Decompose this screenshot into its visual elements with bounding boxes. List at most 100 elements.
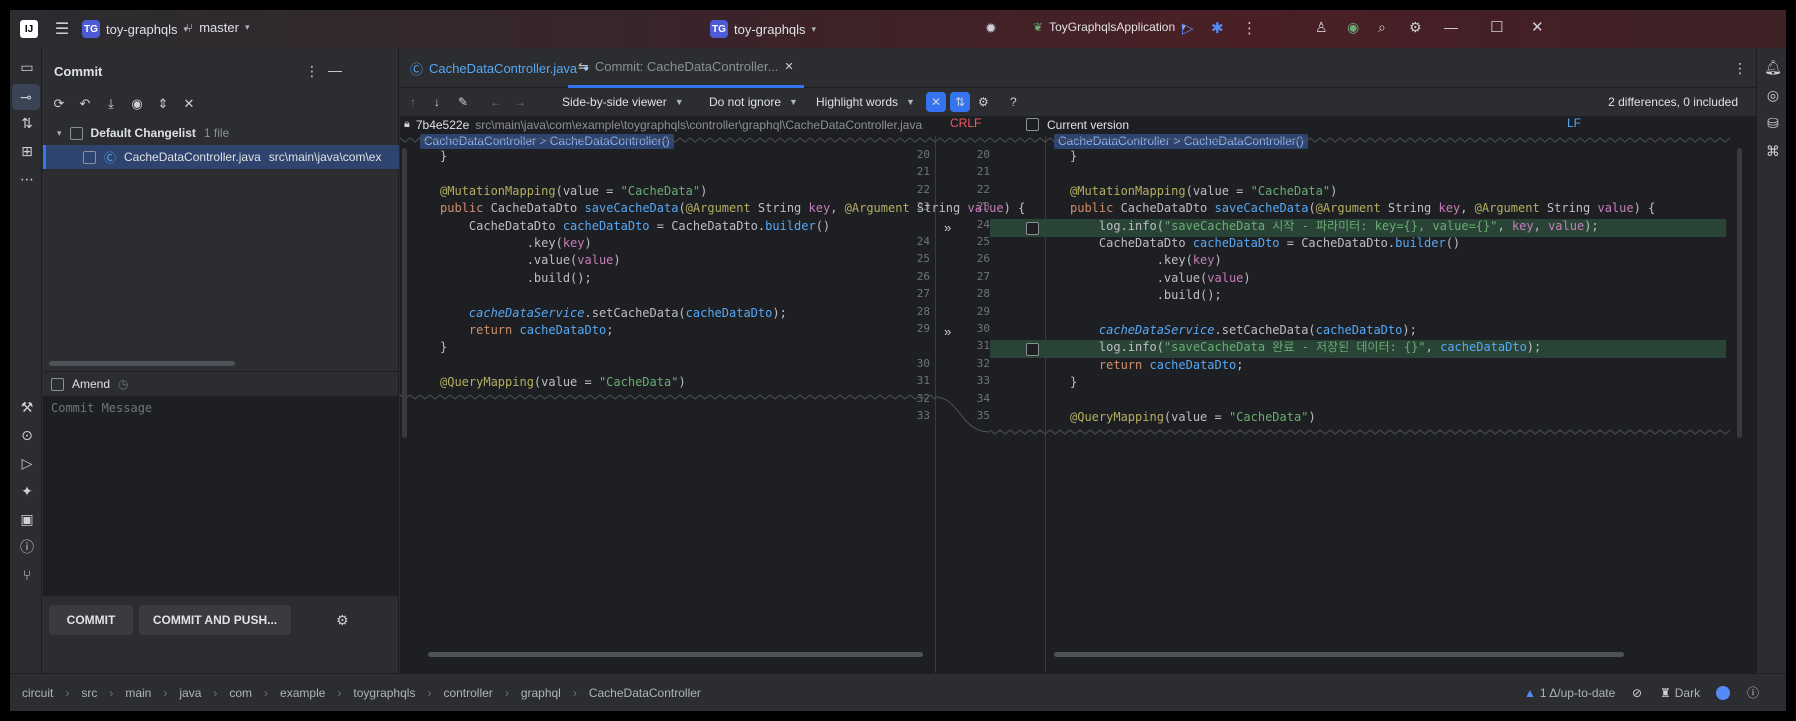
ai-chat-icon[interactable]: ◎ xyxy=(1764,86,1782,104)
breadcrumb-item[interactable]: java xyxy=(179,686,201,700)
highlight-dropdown[interactable]: Highlight words ▼ xyxy=(816,95,915,109)
show-diff-icon[interactable]: ◉ xyxy=(129,96,145,112)
status-indicator-icon[interactable] xyxy=(1716,685,1730,700)
panel-options-icon[interactable]: ⋮ xyxy=(305,63,319,80)
breadcrumb-item[interactable]: controller xyxy=(443,686,492,700)
viewer-label: Side-by-side viewer xyxy=(562,95,667,109)
current-version-checkbox[interactable] xyxy=(1026,118,1039,131)
previous-difference-icon[interactable]: ↑ xyxy=(410,95,416,109)
next-difference-icon[interactable]: ↓ xyxy=(434,95,440,109)
forward-icon[interactable]: → xyxy=(514,95,526,109)
collapse-all-icon[interactable]: ✕ xyxy=(181,96,197,112)
notifications-icon[interactable]: 🔔︎ xyxy=(1764,58,1782,76)
help-icon[interactable]: ? xyxy=(1010,95,1017,109)
database-icon[interactable]: ⛁ xyxy=(1764,114,1782,132)
settings-icon[interactable]: ⚙ xyxy=(1409,19,1422,36)
minimize-icon[interactable]: — xyxy=(1444,19,1458,35)
chevron-down-icon[interactable]: ▾ xyxy=(57,128,62,139)
left-line-separator[interactable]: CRLF xyxy=(950,116,981,130)
more-actions-icon[interactable]: ⋮ xyxy=(1242,19,1257,37)
no-ai-icon[interactable]: ⊘ xyxy=(1632,686,1642,700)
project-selector[interactable]: TG toy-graphqls ▾ xyxy=(82,20,188,38)
ai-assistant-icon[interactable]: ◉ xyxy=(1347,19,1359,36)
changelist-row[interactable]: ▾ Default Changelist 1 file xyxy=(43,121,399,145)
search-icon[interactable]: ⌕ xyxy=(1378,19,1386,36)
amend-checkbox[interactable] xyxy=(51,377,64,391)
diff-settings-icon[interactable]: ⚙ xyxy=(978,95,989,109)
right-h-scroll-thumb[interactable] xyxy=(1054,652,1624,657)
breadcrumb-item[interactable]: circuit xyxy=(22,686,53,700)
refresh-icon[interactable]: ⟳ xyxy=(51,96,67,112)
commit-tool-icon[interactable]: ⊸ xyxy=(12,84,40,110)
problems-icon[interactable]: ⓘ xyxy=(18,538,36,556)
amend-divider xyxy=(43,371,399,372)
debug-tool-icon[interactable]: ✦ xyxy=(18,482,36,500)
left-code-pane[interactable]: } @MutationMapping(value = "CacheData") … xyxy=(440,148,1025,392)
close-tab-icon[interactable]: ✕ xyxy=(784,60,793,73)
main-menu-icon[interactable]: ☰ xyxy=(52,19,72,39)
changelist-checkbox[interactable] xyxy=(69,126,83,140)
account-icon[interactable]: ♙ xyxy=(1315,19,1328,36)
app-logo-icon[interactable]: IJ xyxy=(20,20,38,38)
close-icon[interactable]: ✕ xyxy=(1531,18,1544,36)
services-icon[interactable]: ⊙ xyxy=(18,426,36,444)
sync-scroll-icon[interactable]: ⇅ xyxy=(950,92,970,112)
commit-options-icon[interactable]: ⚙ xyxy=(336,612,349,629)
run-config-selector[interactable]: ❦ ToyGraphqlsApplication ▾ xyxy=(1033,20,1186,34)
chevron-down-icon: ▾ xyxy=(244,22,250,32)
collapse-unchanged-icon[interactable]: ✕ xyxy=(926,92,946,112)
horizontal-scrollbar[interactable] xyxy=(49,361,235,366)
file-checkbox[interactable] xyxy=(83,150,96,164)
breadcrumb-separator-icon: › xyxy=(337,685,342,700)
expand-all-icon[interactable]: ⇕ xyxy=(155,96,171,112)
git-icon[interactable]: ⑂ xyxy=(18,566,36,584)
update-icon[interactable]: ⤓ xyxy=(103,96,119,112)
changed-file-row[interactable]: Ⓒ CacheDataController.java src\main\java… xyxy=(43,145,399,169)
debug-services-icon[interactable]: ✹ xyxy=(985,20,997,37)
left-h-scroll-thumb[interactable] xyxy=(428,652,923,657)
theme-switcher[interactable]: ♜ Dark xyxy=(1660,686,1700,700)
run-tool-icon[interactable]: ▷ xyxy=(18,454,36,472)
rollback-icon[interactable]: ↶ xyxy=(77,96,93,112)
viewer-dropdown[interactable]: Side-by-side viewer ▼ xyxy=(562,95,684,109)
breadcrumb-item[interactable]: graphql xyxy=(521,686,561,700)
include-change-checkbox[interactable] xyxy=(1026,222,1039,235)
debug-icon[interactable]: ✱ xyxy=(1211,19,1224,37)
right-code-pane[interactable]: } @MutationMapping(value = "CacheData") … xyxy=(1070,148,1655,427)
left-vertical-scrollbar[interactable] xyxy=(402,148,407,438)
tab-options-icon[interactable]: ⋮ xyxy=(1733,60,1747,77)
commit-message-input[interactable]: Commit Message xyxy=(43,396,398,596)
terminal-icon[interactable]: ▣ xyxy=(18,510,36,528)
breadcrumb-item[interactable]: example xyxy=(280,686,325,700)
center-project-selector[interactable]: TG toy-graphqls ▾ xyxy=(710,20,816,38)
maximize-icon[interactable]: ☐ xyxy=(1490,18,1503,36)
commit-and-push-button[interactable]: COMMIT AND PUSH... xyxy=(139,605,291,635)
commit-button[interactable]: COMMIT xyxy=(49,605,133,635)
right-v-scroll-thumb[interactable] xyxy=(1737,148,1742,438)
ignore-dropdown[interactable]: Do not ignore ▼ xyxy=(709,95,798,109)
tab-commit-diff[interactable]: ⇋ Commit: CacheDataController... ✕ xyxy=(568,48,804,88)
build-icon[interactable]: ⚒ xyxy=(18,398,36,416)
amend-option[interactable]: Amend ◷ xyxy=(51,377,129,391)
edit-source-icon[interactable]: ✎ xyxy=(458,95,468,109)
vcs-status[interactable]: ▲ 1 Δ/up-to-date xyxy=(1524,686,1615,700)
history-icon[interactable]: ◷ xyxy=(118,377,128,391)
include-change-checkbox[interactable] xyxy=(1026,343,1039,356)
project-tool-icon[interactable]: ▭ xyxy=(18,58,36,76)
breadcrumb-item[interactable]: CacheDataController xyxy=(589,686,701,700)
breadcrumb-item[interactable]: toygraphqls xyxy=(353,686,415,700)
back-icon[interactable]: ← xyxy=(490,95,502,109)
run-icon[interactable]: ▷ xyxy=(1182,19,1194,37)
right-file-header: Current version xyxy=(1026,116,1129,133)
breadcrumb-item[interactable]: src xyxy=(81,686,97,700)
pull-requests-icon[interactable]: ⇅ xyxy=(18,114,36,132)
structure-icon[interactable]: ⊞ xyxy=(18,142,36,160)
hide-panel-icon[interactable]: — xyxy=(328,62,342,78)
breadcrumb-item[interactable]: main xyxy=(125,686,151,700)
info-icon[interactable]: ⓘ xyxy=(1747,684,1759,701)
branch-selector[interactable]: ⑂ master ▾ xyxy=(186,20,249,35)
breadcrumb-item[interactable]: com xyxy=(229,686,252,700)
right-line-separator[interactable]: LF xyxy=(1567,116,1581,130)
more-tools-icon[interactable]: ⋯ xyxy=(18,170,36,188)
endpoints-icon[interactable]: ⌘ xyxy=(1764,142,1782,160)
